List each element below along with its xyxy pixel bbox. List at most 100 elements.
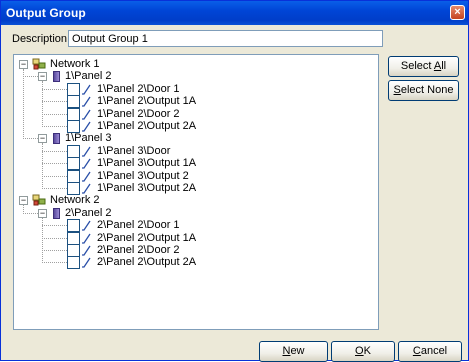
output-label: 2\Panel 2\Door 1 bbox=[97, 219, 180, 232]
output-icon bbox=[81, 146, 91, 157]
tree-connector bbox=[23, 76, 38, 78]
select-all-button[interactable]: Select All bbox=[388, 56, 459, 77]
output-checkbox[interactable] bbox=[67, 219, 80, 233]
output-checkbox[interactable] bbox=[67, 120, 80, 133]
panel-icon bbox=[53, 71, 60, 83]
tree-node-output[interactable]: 1\Panel 3\Door bbox=[14, 144, 374, 158]
tree-connector bbox=[42, 81, 43, 127]
tree-connector bbox=[42, 113, 67, 115]
output-group-dialog: Output Group × Description −Network 1−1\… bbox=[0, 0, 469, 362]
output-icon bbox=[81, 220, 91, 231]
ok-button[interactable]: OK bbox=[331, 341, 395, 362]
network-label: Network 1 bbox=[50, 58, 100, 70]
tree-connector bbox=[23, 69, 24, 140]
tree-node-output[interactable]: 1\Panel 2\Output 1A bbox=[14, 95, 374, 109]
tree-node-output[interactable]: 2\Panel 2\Output 2A bbox=[14, 256, 374, 270]
tree-connector bbox=[23, 212, 38, 214]
tree-connector bbox=[23, 205, 24, 214]
title-bar: Output Group × bbox=[1, 1, 468, 25]
output-icon bbox=[81, 96, 91, 107]
tree-node-panel[interactable]: − 1\Panel 3 bbox=[14, 132, 374, 145]
tree-node-output[interactable]: 2\Panel 2\Door 2 bbox=[14, 244, 374, 257]
tree-node-panel[interactable]: − 2\Panel 2 bbox=[14, 207, 374, 220]
tree-node-output[interactable]: 1\Panel 2\Door 1 bbox=[14, 82, 374, 96]
tree-connector bbox=[42, 150, 67, 152]
panel-label: 1\Panel 3 bbox=[65, 132, 112, 145]
tree-node-network[interactable]: − Network 1 bbox=[14, 58, 374, 71]
tree-connector bbox=[42, 217, 43, 264]
tree-connector bbox=[42, 225, 67, 227]
window-title: Output Group bbox=[6, 6, 86, 20]
output-checkbox[interactable] bbox=[67, 107, 80, 121]
network-icon bbox=[32, 58, 46, 70]
output-checkbox[interactable] bbox=[67, 231, 80, 245]
output-icon bbox=[81, 109, 91, 120]
description-input[interactable] bbox=[68, 30, 383, 47]
tree-connector bbox=[42, 175, 67, 177]
collapse-toggle-icon[interactable]: − bbox=[19, 60, 28, 69]
output-label: 2\Panel 2\Output 2A bbox=[97, 256, 197, 269]
output-icon bbox=[81, 158, 91, 169]
tree-connector bbox=[23, 138, 38, 140]
tree-connector bbox=[42, 237, 67, 239]
output-label: 2\Panel 2\Output 1A bbox=[97, 231, 197, 244]
collapse-toggle-icon[interactable]: − bbox=[19, 196, 28, 206]
tree-node-panel[interactable]: − 1\Panel 2 bbox=[14, 70, 374, 83]
output-label: 1\Panel 2\Door 1 bbox=[97, 82, 180, 95]
output-label: 1\Panel 2\Output 2A bbox=[97, 120, 197, 132]
output-checkbox[interactable] bbox=[67, 157, 80, 171]
tree-connector bbox=[42, 88, 67, 90]
collapse-toggle-icon[interactable]: − bbox=[38, 134, 47, 144]
description-label: Description bbox=[12, 33, 68, 45]
output-checkbox[interactable] bbox=[67, 182, 80, 195]
output-label: 1\Panel 3\Output 2 bbox=[97, 169, 189, 182]
tree-node-output[interactable]: 1\Panel 2\Output 2A bbox=[14, 120, 374, 133]
new-button[interactable]: New bbox=[259, 341, 328, 362]
output-checkbox[interactable] bbox=[67, 95, 80, 109]
select-none-button[interactable]: Select None bbox=[388, 80, 459, 101]
output-icon bbox=[81, 121, 91, 132]
tree-node-output[interactable]: 1\Panel 3\Output 2 bbox=[14, 169, 374, 183]
output-tree[interactable]: − Network 1−1\Panel 2 1\Panel 2\Door 1 1\Pa… bbox=[13, 54, 379, 330]
tree-node-network[interactable]: − Network 2 bbox=[14, 194, 374, 207]
tree-connector bbox=[42, 143, 43, 189]
panel-label: 1\Panel 2 bbox=[65, 70, 112, 83]
output-label: 1\Panel 3\Output 2A bbox=[97, 182, 197, 194]
output-icon bbox=[81, 171, 91, 182]
panel-label: 2\Panel 2 bbox=[65, 206, 112, 219]
output-icon bbox=[81, 233, 91, 244]
output-icon bbox=[81, 84, 91, 95]
tree-connector bbox=[42, 262, 67, 264]
tree-node-output[interactable]: 1\Panel 3\Output 2A bbox=[14, 182, 374, 195]
output-label: 1\Panel 2\Output 1A bbox=[97, 95, 197, 108]
output-label: 1\Panel 3\Door bbox=[97, 144, 171, 157]
tree-connector bbox=[42, 163, 67, 165]
output-checkbox[interactable] bbox=[67, 169, 80, 183]
output-checkbox[interactable] bbox=[67, 256, 80, 270]
close-button[interactable]: × bbox=[450, 5, 465, 20]
output-label: 2\Panel 2\Door 2 bbox=[97, 244, 180, 256]
output-icon bbox=[81, 183, 91, 194]
cancel-button[interactable]: Cancel bbox=[398, 341, 462, 362]
output-checkbox[interactable] bbox=[67, 144, 80, 158]
tree-node-output[interactable]: 2\Panel 2\Output 1A bbox=[14, 231, 374, 245]
collapse-toggle-icon[interactable]: − bbox=[38, 72, 47, 82]
tree-connector bbox=[42, 250, 67, 251]
output-label: 1\Panel 3\Output 1A bbox=[97, 157, 197, 170]
panel-icon bbox=[53, 133, 60, 145]
panel-icon bbox=[53, 207, 60, 219]
tree-node-output[interactable]: 1\Panel 2\Door 2 bbox=[14, 107, 374, 121]
tree-connector bbox=[42, 101, 67, 103]
network-icon bbox=[32, 194, 46, 206]
tree-connector bbox=[42, 188, 67, 189]
output-checkbox[interactable] bbox=[67, 82, 80, 96]
output-icon bbox=[81, 245, 91, 256]
output-checkbox[interactable] bbox=[67, 244, 80, 257]
output-label: 1\Panel 2\Door 2 bbox=[97, 107, 180, 120]
collapse-toggle-icon[interactable]: − bbox=[38, 208, 47, 218]
tree-node-output[interactable]: 1\Panel 3\Output 1A bbox=[14, 157, 374, 171]
tree-connector bbox=[42, 126, 67, 127]
network-label: Network 2 bbox=[50, 194, 100, 207]
tree-node-output[interactable]: 2\Panel 2\Door 1 bbox=[14, 219, 374, 233]
output-icon bbox=[81, 257, 91, 269]
